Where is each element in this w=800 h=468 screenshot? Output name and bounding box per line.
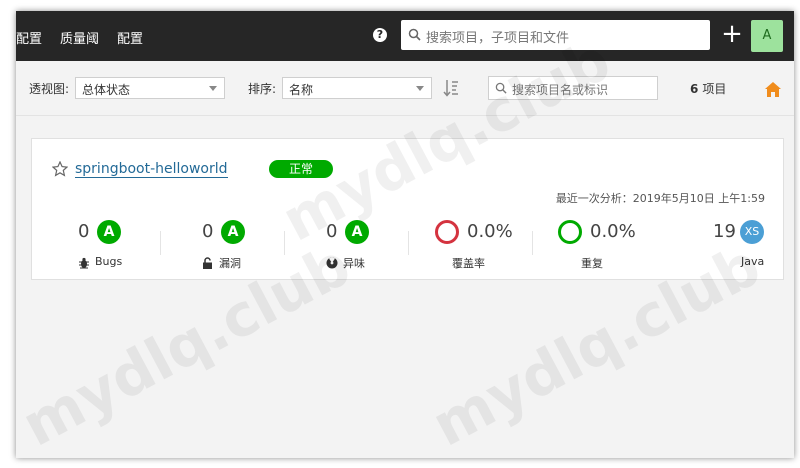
coverage-ring-icon (435, 220, 459, 244)
metric-code-smells[interactable]: 0 A 异味 (284, 219, 408, 270)
code-smell-icon (326, 257, 338, 269)
bug-icon (79, 257, 89, 269)
lines-of-code: 19 (713, 221, 736, 242)
project-search-input[interactable]: 搜索项目名或标识 (488, 76, 658, 100)
app-window: 配置 质量阈 配置 ? 搜索项目，子项目和文件 + A 透视图: 总体状态 排序… (16, 11, 794, 458)
global-search-input[interactable]: 搜索项目，子项目和文件 (401, 20, 710, 50)
user-avatar[interactable]: A (751, 20, 783, 52)
duplications-label: 重复 (581, 257, 603, 270)
coverage-value: 0.0% (467, 221, 513, 242)
sort-select[interactable]: 名称 (282, 77, 432, 99)
nav-item-administration[interactable]: 配置 (117, 28, 143, 47)
project-count-number: 6 (690, 82, 699, 96)
bugs-rating: A (97, 220, 121, 244)
perspective-select[interactable]: 总体状态 (75, 77, 225, 99)
favorite-star-icon[interactable] (52, 161, 68, 177)
search-icon (495, 82, 507, 94)
vulnerabilities-rating: A (221, 220, 245, 244)
nav-item-config[interactable]: 配置 (16, 28, 42, 47)
project-search-placeholder: 搜索项目名或标识 (512, 83, 609, 97)
metric-duplications[interactable]: 0.0% 重复 (532, 219, 656, 270)
bugs-count: 0 (78, 221, 90, 242)
create-button[interactable]: + (721, 21, 743, 47)
perspective-value: 总体状态 (82, 83, 131, 97)
sort-direction-icon[interactable] (443, 79, 459, 97)
sort-value: 名称 (289, 83, 314, 97)
coverage-label: 覆盖率 (452, 257, 485, 270)
bugs-label: Bugs (95, 255, 123, 268)
size-rating-badge: XS (740, 220, 764, 244)
metric-size[interactable]: 19 XS Java (656, 219, 780, 269)
sort-label: 排序: (248, 82, 277, 96)
home-icon[interactable] (765, 82, 781, 97)
code-smells-rating: A (345, 220, 369, 244)
chevron-down-icon (209, 86, 217, 91)
projects-filter-bar: 透视图: 总体状态 排序: 名称 搜索项目名或标识 6 项目 (16, 61, 794, 116)
last-analysis-date: 最近一次分析：2019年5月10日 上午1:59 (555, 192, 765, 205)
metric-vulnerabilities[interactable]: 0 A 漏洞 (160, 219, 284, 270)
project-card: springboot-helloworld 正常 最近一次分析：2019年5月1… (31, 138, 784, 280)
perspective-label: 透视图: (29, 82, 70, 96)
metric-bugs[interactable]: 0 A Bugs (36, 219, 160, 269)
project-count: 6 项目 (690, 80, 726, 97)
help-icon[interactable]: ? (373, 28, 387, 42)
top-navbar: 配置 质量阈 配置 ? 搜索项目，子项目和文件 + A (16, 11, 794, 61)
code-smells-count: 0 (326, 221, 338, 242)
code-smells-label: 异味 (343, 257, 365, 270)
unlock-icon (203, 257, 212, 269)
chevron-down-icon (416, 86, 424, 91)
project-count-unit: 项目 (702, 82, 727, 96)
duplications-ring-icon (558, 220, 582, 244)
project-name-link[interactable]: springboot-helloworld (75, 161, 228, 178)
search-icon (408, 28, 421, 41)
global-search-placeholder: 搜索项目，子项目和文件 (426, 31, 570, 46)
duplications-value: 0.0% (590, 221, 636, 242)
metric-coverage[interactable]: 0.0% 覆盖率 (408, 219, 532, 270)
vulnerabilities-count: 0 (202, 221, 214, 242)
nav-item-quality-gates[interactable]: 质量阈 (60, 28, 99, 47)
vulnerabilities-label: 漏洞 (219, 257, 241, 270)
quality-gate-status-badge: 正常 (269, 160, 333, 178)
language-label: Java (741, 255, 765, 268)
